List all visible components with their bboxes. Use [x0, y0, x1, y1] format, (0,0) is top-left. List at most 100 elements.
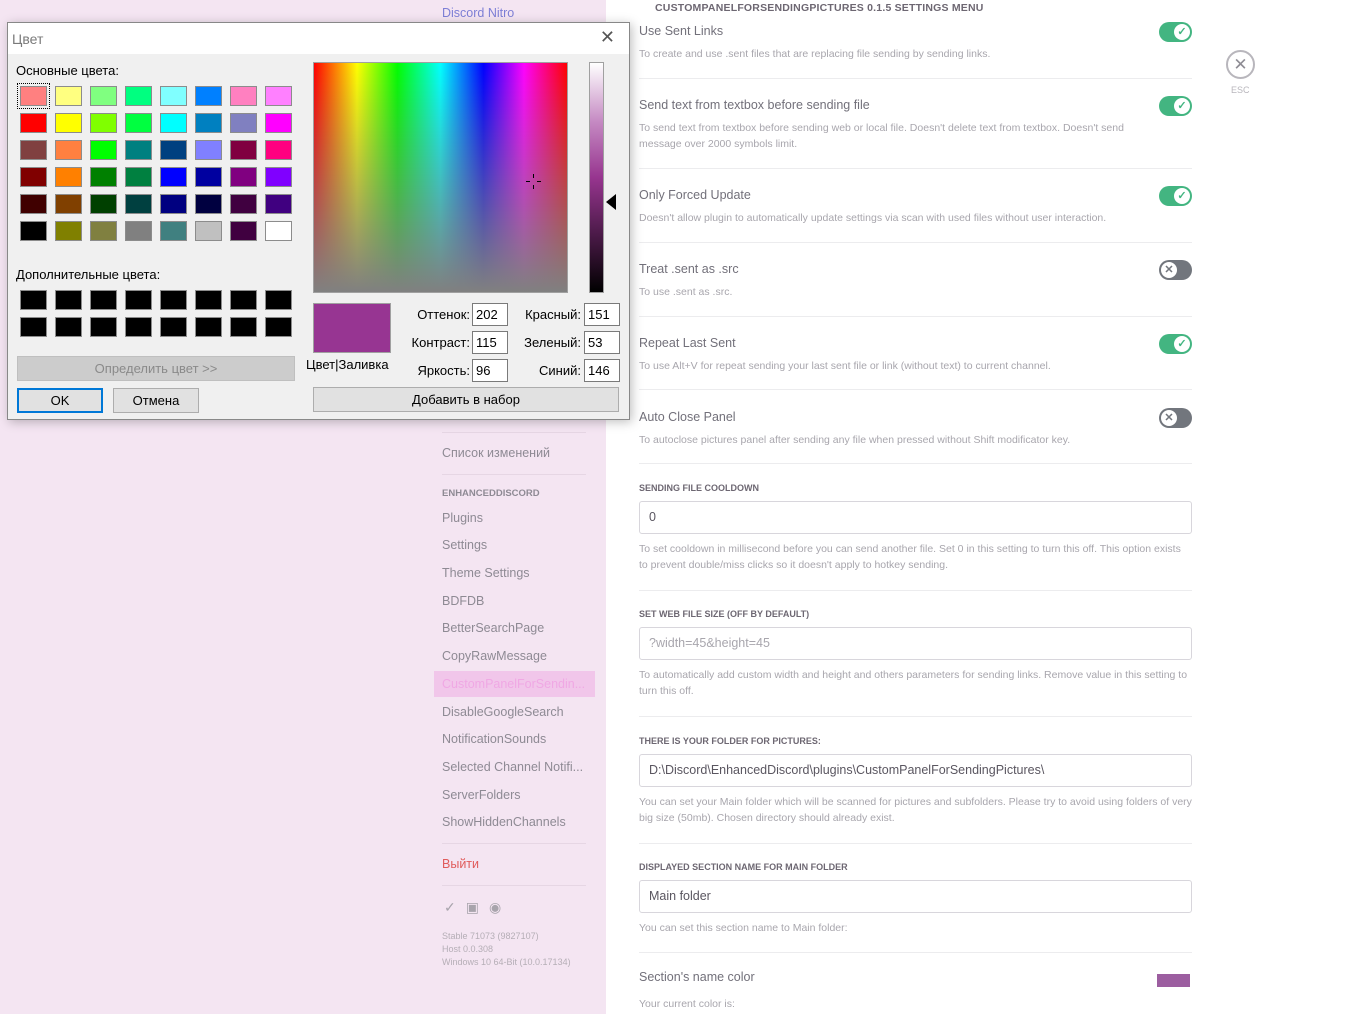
color-swatch[interactable]: [160, 194, 187, 214]
color-swatch[interactable]: [160, 221, 187, 241]
color-swatch[interactable]: [90, 86, 117, 106]
color-swatch[interactable]: [160, 290, 187, 310]
define-color-button[interactable]: Определить цвет >>: [17, 356, 295, 381]
color-swatch[interactable]: [55, 317, 82, 337]
color-swatch[interactable]: [265, 113, 292, 133]
color-swatch[interactable]: [125, 221, 152, 241]
color-swatch[interactable]: [20, 221, 47, 241]
color-swatch[interactable]: [125, 167, 152, 187]
color-swatch[interactable]: [195, 194, 222, 214]
toggle-only-forced-update[interactable]: ✓: [1159, 186, 1192, 206]
color-swatch[interactable]: [195, 290, 222, 310]
folder-input[interactable]: D:\Discord\EnhancedDiscord\plugins\Custo…: [639, 754, 1192, 787]
sidebar-item-nitro[interactable]: Discord Nitro: [442, 6, 514, 20]
color-swatch[interactable]: [265, 86, 292, 106]
green-input[interactable]: 53: [584, 331, 620, 354]
hue-input[interactable]: 202: [472, 303, 508, 326]
websize-input[interactable]: ?width=45&height=45: [639, 627, 1192, 660]
color-swatch[interactable]: [55, 167, 82, 187]
color-swatch[interactable]: [125, 317, 152, 337]
saturation-input[interactable]: 115: [472, 331, 508, 354]
color-swatch[interactable]: [125, 113, 152, 133]
toggle-use-sent-links[interactable]: ✓: [1159, 22, 1192, 42]
sidebar-item-settings[interactable]: Settings: [442, 538, 592, 552]
close-icon[interactable]: ✕: [600, 27, 615, 48]
color-swatch[interactable]: [55, 221, 82, 241]
color-swatch[interactable]: [195, 167, 222, 187]
color-swatch[interactable]: [265, 221, 292, 241]
toggle-auto-close-panel[interactable]: ✕: [1159, 408, 1192, 428]
color-swatch[interactable]: [265, 194, 292, 214]
color-swatch[interactable]: [160, 113, 187, 133]
toggle-repeat-last-sent[interactable]: ✓: [1159, 334, 1192, 354]
cancel-button[interactable]: Отмена: [113, 388, 199, 413]
color-swatch[interactable]: [55, 113, 82, 133]
ok-button[interactable]: OK: [17, 388, 103, 413]
section-color-swatch[interactable]: [1157, 974, 1190, 987]
sidebar-item-selected-channel[interactable]: Selected Channel Notifi...: [442, 760, 592, 774]
color-swatch[interactable]: [160, 140, 187, 160]
color-swatch[interactable]: [265, 290, 292, 310]
slider-arrow-icon[interactable]: [606, 194, 616, 210]
color-swatch[interactable]: [230, 290, 257, 310]
section-name-input[interactable]: Main folder: [639, 880, 1192, 913]
blue-input[interactable]: 146: [584, 359, 620, 382]
close-icon[interactable]: ✕: [1226, 50, 1255, 79]
color-swatch[interactable]: [195, 140, 222, 160]
color-swatch[interactable]: [90, 167, 117, 187]
red-input[interactable]: 151: [584, 303, 620, 326]
color-swatch[interactable]: [195, 221, 222, 241]
color-swatch[interactable]: [20, 113, 47, 133]
color-swatch[interactable]: [90, 317, 117, 337]
cooldown-input[interactable]: 0: [639, 501, 1192, 534]
color-swatch[interactable]: [90, 140, 117, 160]
color-swatch[interactable]: [230, 194, 257, 214]
color-swatch[interactable]: [55, 290, 82, 310]
color-swatch[interactable]: [20, 194, 47, 214]
color-swatch[interactable]: [125, 194, 152, 214]
toggle-send-text[interactable]: ✓: [1159, 96, 1192, 116]
color-swatch[interactable]: [90, 221, 117, 241]
color-swatch[interactable]: [90, 113, 117, 133]
sidebar-item-logout[interactable]: Выйти: [442, 857, 592, 871]
color-spectrum[interactable]: [313, 62, 568, 293]
sidebar-item-serverfolders[interactable]: ServerFolders: [442, 788, 592, 802]
color-swatch[interactable]: [20, 290, 47, 310]
sidebar-item-plugins[interactable]: Plugins: [442, 511, 592, 525]
color-swatch[interactable]: [230, 113, 257, 133]
color-swatch[interactable]: [160, 167, 187, 187]
sidebar-item-changelog[interactable]: Список изменений: [442, 446, 592, 460]
color-swatch[interactable]: [125, 86, 152, 106]
facebook-icon[interactable]: ▣: [466, 899, 479, 916]
color-swatch[interactable]: [20, 317, 47, 337]
sidebar-item-notificationsounds[interactable]: NotificationSounds: [442, 732, 592, 746]
color-swatch[interactable]: [230, 167, 257, 187]
color-swatch[interactable]: [17, 83, 50, 109]
color-swatch[interactable]: [90, 194, 117, 214]
sidebar-item-custompanel[interactable]: CustomPanelForSendin...: [442, 677, 592, 691]
color-swatch[interactable]: [55, 140, 82, 160]
color-swatch[interactable]: [160, 86, 187, 106]
sidebar-item-showhiddenchannels[interactable]: ShowHiddenChannels: [442, 815, 592, 829]
sidebar-item-bdfdb[interactable]: BDFDB: [442, 594, 592, 608]
color-swatch[interactable]: [125, 140, 152, 160]
color-swatch[interactable]: [230, 140, 257, 160]
color-swatch[interactable]: [195, 113, 222, 133]
color-swatch[interactable]: [230, 221, 257, 241]
color-swatch[interactable]: [230, 86, 257, 106]
sidebar-item-copyrawmessage[interactable]: CopyRawMessage: [442, 649, 592, 663]
color-swatch[interactable]: [20, 167, 47, 187]
color-swatch[interactable]: [160, 317, 187, 337]
color-swatch[interactable]: [265, 167, 292, 187]
color-swatch[interactable]: [230, 317, 257, 337]
add-to-custom-button[interactable]: Добавить в набор: [313, 387, 619, 412]
sidebar-item-theme-settings[interactable]: Theme Settings: [442, 566, 592, 580]
color-swatch[interactable]: [125, 290, 152, 310]
color-swatch[interactable]: [195, 86, 222, 106]
instagram-icon[interactable]: ◉: [489, 899, 501, 916]
color-swatch[interactable]: [265, 317, 292, 337]
twitter-icon[interactable]: ✓: [444, 899, 456, 916]
color-swatch[interactable]: [90, 290, 117, 310]
color-swatch[interactable]: [55, 86, 82, 106]
sidebar-item-disablegooglesearch[interactable]: DisableGoogleSearch: [442, 705, 592, 719]
